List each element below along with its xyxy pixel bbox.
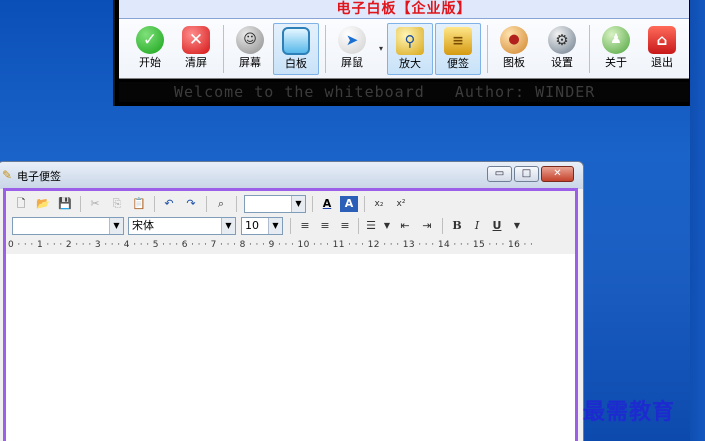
document-area[interactable] xyxy=(6,254,575,441)
close-button[interactable]: ✕ xyxy=(541,166,574,182)
bold-button[interactable]: B xyxy=(448,218,466,234)
underline-button[interactable]: U xyxy=(488,218,506,234)
highlight-color-icon[interactable]: A xyxy=(340,196,358,212)
whiteboard-button[interactable]: 白板 xyxy=(273,23,319,75)
subscript-icon[interactable]: x₂ xyxy=(370,196,388,212)
toolbar-separator xyxy=(290,218,291,234)
screen-button[interactable]: ☺ 屏幕 xyxy=(227,23,273,75)
screen-icon: ☺ xyxy=(236,26,264,54)
start-label: 开始 xyxy=(139,56,161,69)
palette-button[interactable]: ● 图板 xyxy=(491,23,537,75)
exit-icon: ⌂ xyxy=(648,26,676,54)
desktop-edge xyxy=(690,0,705,441)
clear-screen-label: 清屏 xyxy=(185,56,207,69)
note-window: ✎ 电子便签 ▭ □ ✕ 🗋 📂 💾 ✂ ⎘ 📋 ↶ ↷ ⌕ ▼ A A x₂ … xyxy=(0,161,584,441)
exit-label: 退出 xyxy=(651,56,673,69)
paste-icon[interactable]: 📋 xyxy=(130,196,148,212)
palette-label: 图板 xyxy=(503,56,525,69)
chevron-down-icon: ▼ xyxy=(291,196,305,212)
toolbar-separator xyxy=(223,25,224,73)
screen-mouse-icon: ➤ xyxy=(338,26,366,54)
whiteboard-icon xyxy=(282,27,310,55)
whiteboard-title: 电子白板【企业版】 xyxy=(119,0,689,19)
clear-screen-icon: ✕ xyxy=(182,26,210,54)
open-folder-icon[interactable]: 📂 xyxy=(34,196,52,212)
increase-indent-icon[interactable]: ⇥ xyxy=(418,218,436,234)
toolbar-separator xyxy=(206,196,207,212)
palette-icon: ● xyxy=(500,26,528,54)
note-titlebar[interactable]: ✎ 电子便签 ▭ □ ✕ xyxy=(0,162,583,189)
standard-toolbar: 🗋 📂 💾 ✂ ⎘ 📋 ↶ ↷ ⌕ ▼ A A x₂ x² xyxy=(8,193,574,215)
superscript-icon[interactable]: x² xyxy=(392,196,410,212)
toolbar-separator xyxy=(80,196,81,212)
minimize-button[interactable]: ▭ xyxy=(487,166,512,182)
font-size-combo[interactable]: 10 ▼ xyxy=(241,217,283,235)
settings-icon: ⚙ xyxy=(548,26,576,54)
notepad-icon: ≡ xyxy=(444,27,472,55)
chevron-down-icon: ▼ xyxy=(268,218,282,234)
chevron-down-icon[interactable]: ▼ xyxy=(508,218,526,234)
save-icon[interactable]: 💾 xyxy=(56,196,74,212)
toolbar-separator xyxy=(154,196,155,212)
style-combo[interactable]: ▼ xyxy=(12,217,124,235)
italic-button[interactable]: I xyxy=(468,218,486,234)
screen-label: 屏幕 xyxy=(239,56,261,69)
magnifier-icon: ⚲ xyxy=(396,27,424,55)
color-combo[interactable]: ▼ xyxy=(244,195,306,213)
note-editor: 🗋 📂 💾 ✂ ⎘ 📋 ↶ ↷ ⌕ ▼ A A x₂ x² ▼ 宋体 ▼ 10 … xyxy=(3,188,578,441)
font-color-icon[interactable]: A xyxy=(318,196,336,212)
align-right-icon[interactable]: ≡ xyxy=(336,218,354,234)
maximize-button[interactable]: □ xyxy=(514,166,539,182)
ruler[interactable]: 0 · · · 1 · · · 2 · · · 3 · · · 4 · · · … xyxy=(8,238,574,252)
notepad-button[interactable]: ≡ 便签 xyxy=(435,23,481,75)
font-size-value: 10 xyxy=(245,219,259,232)
whiteboard-toolbar: ✓ 开始 ✕ 清屏 ☺ 屏幕 白板 ➤ 屏鼠 ▾ ⚲ 放大 ≡ 便签 ● 图板 … xyxy=(119,19,689,79)
align-left-icon[interactable]: ≡ xyxy=(296,218,314,234)
start-button[interactable]: ✓ 开始 xyxy=(127,23,173,75)
format-toolbar: ▼ 宋体 ▼ 10 ▼ ≡ ≡ ≡ ☰ ▼ ⇤ ⇥ B I U ▼ xyxy=(8,215,574,237)
toolbar-separator xyxy=(358,218,359,234)
marquee-text: Welcome to the whiteboard Author: WINDER xyxy=(119,82,689,102)
toolbar-separator xyxy=(236,196,237,212)
about-button[interactable]: ♟ 关于 xyxy=(593,23,639,75)
align-center-icon[interactable]: ≡ xyxy=(316,218,334,234)
redo-icon[interactable]: ↷ xyxy=(182,196,200,212)
watermark: 最需教育 xyxy=(583,399,676,425)
exit-button[interactable]: ⌂ 退出 xyxy=(639,23,685,75)
magnify-button[interactable]: ⚲ 放大 xyxy=(387,23,433,75)
about-label: 关于 xyxy=(605,56,627,69)
toolbar-separator xyxy=(487,25,488,73)
pencil-icon: ✎ xyxy=(2,168,13,182)
chevron-down-icon[interactable]: ▼ xyxy=(378,218,396,234)
font-name-combo[interactable]: 宋体 ▼ xyxy=(128,217,236,235)
magnify-label: 放大 xyxy=(399,57,421,70)
screen-mouse-button[interactable]: ➤ 屏鼠 xyxy=(329,23,375,75)
new-file-icon[interactable]: 🗋 xyxy=(12,196,30,212)
settings-button[interactable]: ⚙ 设置 xyxy=(539,23,585,75)
toolbar-separator xyxy=(589,25,590,73)
settings-label: 设置 xyxy=(551,56,573,69)
chevron-down-icon: ▼ xyxy=(221,218,235,234)
chevron-down-icon: ▼ xyxy=(109,218,123,234)
cut-icon[interactable]: ✂ xyxy=(86,196,104,212)
find-icon[interactable]: ⌕ xyxy=(212,196,230,212)
screen-mouse-label: 屏鼠 xyxy=(341,56,363,69)
notepad-label: 便签 xyxy=(447,57,469,70)
start-icon: ✓ xyxy=(136,26,164,54)
screen-mouse-dropdown-icon[interactable]: ▾ xyxy=(379,44,383,53)
toolbar-separator xyxy=(364,196,365,212)
copy-icon[interactable]: ⎘ xyxy=(108,196,126,212)
decrease-indent-icon[interactable]: ⇤ xyxy=(396,218,414,234)
undo-icon[interactable]: ↶ xyxy=(160,196,178,212)
note-title: 电子便签 xyxy=(17,170,61,183)
toolbar-separator xyxy=(325,25,326,73)
about-icon: ♟ xyxy=(602,26,630,54)
toolbar-separator xyxy=(312,196,313,212)
whiteboard-label: 白板 xyxy=(285,57,307,70)
font-name-value: 宋体 xyxy=(132,219,154,232)
clear-screen-button[interactable]: ✕ 清屏 xyxy=(173,23,219,75)
whiteboard-window: 电子白板【企业版】 ✓ 开始 ✕ 清屏 ☺ 屏幕 白板 ➤ 屏鼠 ▾ ⚲ 放大 xyxy=(113,0,690,106)
toolbar-separator xyxy=(442,218,443,234)
